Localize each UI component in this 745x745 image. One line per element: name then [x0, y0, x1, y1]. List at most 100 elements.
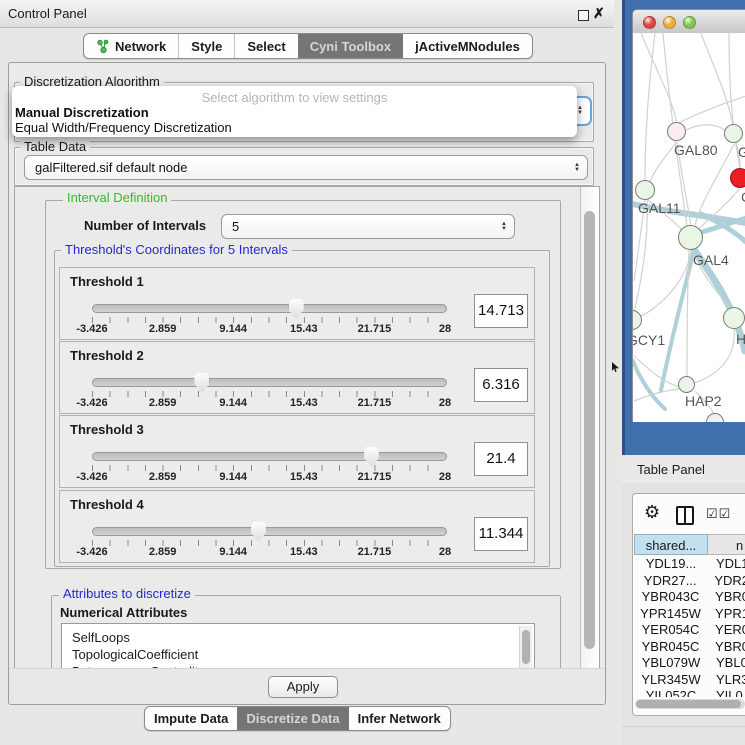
tick-label: 9.144	[219, 546, 247, 558]
table-data-combobox[interactable]: galFiltered.sif default node ▲▼	[24, 155, 588, 180]
network-canvas[interactable]: GAL80 GA C GAL11 GAL4 GCY1 H HAP2	[633, 33, 745, 422]
cell[interactable]: YBR0	[707, 639, 745, 656]
tick-label: 21.715	[358, 397, 392, 409]
cell[interactable]: YER0	[707, 622, 745, 639]
slider-track[interactable]	[92, 378, 447, 387]
slider-thumb[interactable]	[251, 522, 266, 542]
combo-arrows-icon: ▲▼	[501, 222, 507, 232]
table-row[interactable]: YBR045CYBR0	[634, 639, 745, 656]
list-item[interactable]: SelfLoops	[62, 629, 534, 646]
cell[interactable]: YDR27...	[634, 573, 706, 590]
slider-thumb[interactable]	[289, 299, 304, 319]
tab-label: Discretize Data	[246, 711, 339, 726]
number-of-intervals-combobox[interactable]: 5 ▲▼	[221, 214, 515, 239]
cell[interactable]: YBL079W	[634, 655, 708, 672]
table-horizontal-scrollbar-thumb[interactable]	[636, 700, 741, 708]
close-traffic-light[interactable]	[643, 16, 656, 29]
slider-track[interactable]	[92, 527, 447, 536]
cell[interactable]: YDR2	[706, 573, 745, 590]
thresholds-group-title: Threshold's Coordinates for 5 Intervals	[61, 243, 292, 257]
network-node[interactable]	[678, 376, 695, 393]
settings-scrollbar-thumb[interactable]	[584, 211, 595, 649]
cell[interactable]: YDL19...	[634, 556, 708, 573]
column-layout-icon[interactable]	[676, 506, 694, 525]
float-window-icon[interactable]	[578, 10, 589, 21]
network-window-titlebar[interactable]	[633, 10, 745, 34]
cell[interactable]: YIL0	[708, 688, 743, 697]
cell[interactable]: YBR043C	[634, 589, 707, 606]
apply-button[interactable]: Apply	[268, 676, 338, 698]
cell[interactable]: YIL052C	[634, 688, 708, 697]
cell[interactable]: YER054C	[634, 622, 707, 639]
algorithm-dropdown-popup: Select algorithm to view settings Manual…	[12, 86, 577, 137]
select-columns-icon[interactable]: ☑☑	[706, 506, 731, 522]
list-scrollbar-thumb[interactable]	[522, 630, 530, 664]
cell[interactable]: YBR045C	[634, 639, 707, 656]
table-panel-header: Table Panel	[622, 455, 745, 483]
tick-label: 2.859	[149, 546, 177, 558]
tab-jactivemnodules[interactable]: jActiveMNodules	[403, 34, 532, 58]
numerical-attributes-list[interactable]: SelfLoops TopologicalCoefficient Between…	[61, 623, 535, 669]
tab-cyni-toolbox[interactable]: Cyni Toolbox	[298, 34, 403, 58]
cell[interactable]: YBL0	[708, 655, 745, 672]
network-node[interactable]	[678, 225, 703, 250]
tab-select[interactable]: Select	[234, 34, 297, 58]
list-scrollbar[interactable]	[519, 626, 532, 669]
network-node[interactable]	[635, 180, 655, 200]
cell[interactable]: YDL1	[708, 556, 745, 573]
table-panel-body: ⚙ ☑☑ shared... n YDL19...YDL1 YDR27...YD…	[622, 483, 745, 745]
popup-option-manual[interactable]: Manual Discretization	[15, 105, 149, 120]
popup-option-equal-width[interactable]: Equal Width/Frequency Discretization	[15, 120, 232, 135]
slider-track[interactable]	[92, 452, 447, 461]
tab-network[interactable]: Network	[84, 34, 178, 58]
slider[interactable]: -3.426 2.859 9.144 15.43 21.715 28	[92, 342, 445, 413]
table-row[interactable]: YDL19...YDL1	[634, 556, 745, 573]
table-row[interactable]: YDR27...YDR2	[634, 573, 745, 590]
table-row[interactable]: YLR345WYLR3	[634, 672, 745, 689]
tick-label: -3.426	[76, 397, 107, 409]
settings-scrollbar[interactable]	[580, 187, 599, 668]
table-horizontal-scrollbar[interactable]	[635, 699, 745, 709]
cell[interactable]: YPR1	[707, 606, 745, 623]
network-window[interactable]: GAL80 GA C GAL11 GAL4 GCY1 H HAP2	[632, 9, 745, 422]
list-item[interactable]: TopologicalCoefficient	[62, 646, 534, 663]
table-row[interactable]: YPR145WYPR1	[634, 606, 745, 623]
column-header-shared-name[interactable]: shared...	[634, 534, 708, 555]
cell[interactable]: YBR0	[707, 589, 745, 606]
threshold-value-field[interactable]: 11.344	[474, 517, 528, 551]
slider-track[interactable]	[92, 304, 447, 313]
tick-label: 15.43	[290, 471, 318, 483]
number-of-intervals-value: 5	[222, 219, 239, 234]
table-row[interactable]: YBR043CYBR0	[634, 589, 745, 606]
slider[interactable]: -3.426 2.859 9.144 15.43 21.715 28	[92, 491, 445, 562]
threshold-value-field[interactable]: 6.316	[474, 368, 528, 402]
minimize-traffic-light[interactable]	[663, 16, 676, 29]
tab-impute-data[interactable]: Impute Data	[145, 707, 237, 730]
column-header-name[interactable]: n	[708, 534, 745, 555]
slider[interactable]: -3.426 2.859 9.144 15.43 21.715 28	[92, 268, 445, 339]
close-icon[interactable]: ✗	[593, 5, 605, 22]
slider-thumb[interactable]	[364, 447, 379, 467]
divider	[622, 726, 745, 727]
gear-icon[interactable]: ⚙	[644, 502, 660, 523]
tick-label: 9.144	[219, 323, 247, 335]
tab-style[interactable]: Style	[178, 34, 234, 58]
tab-infer-network[interactable]: Infer Network	[349, 707, 450, 730]
slider[interactable]: -3.426 2.859 9.144 15.43 21.715 28	[92, 416, 445, 487]
cell[interactable]: YLR345W	[634, 672, 708, 689]
table-row[interactable]: YER054CYER0	[634, 622, 745, 639]
table-row[interactable]: YIL052CYIL0	[634, 688, 745, 697]
slider-thumb[interactable]	[194, 373, 209, 393]
table-row[interactable]: YBL079WYBL0	[634, 655, 745, 672]
number-of-intervals-label: Number of Intervals	[84, 218, 206, 233]
network-node[interactable]	[667, 122, 686, 141]
network-node[interactable]	[724, 124, 743, 143]
cell[interactable]: YPR145W	[634, 606, 707, 623]
tab-discretize-data[interactable]: Discretize Data	[237, 707, 348, 730]
zoom-traffic-light[interactable]	[683, 16, 696, 29]
network-node[interactable]	[730, 168, 745, 188]
network-node[interactable]	[723, 307, 745, 329]
threshold-value-field[interactable]: 14.713	[474, 294, 528, 328]
cell[interactable]: YLR3	[708, 672, 745, 689]
threshold-value-field[interactable]: 21.4	[474, 442, 528, 476]
